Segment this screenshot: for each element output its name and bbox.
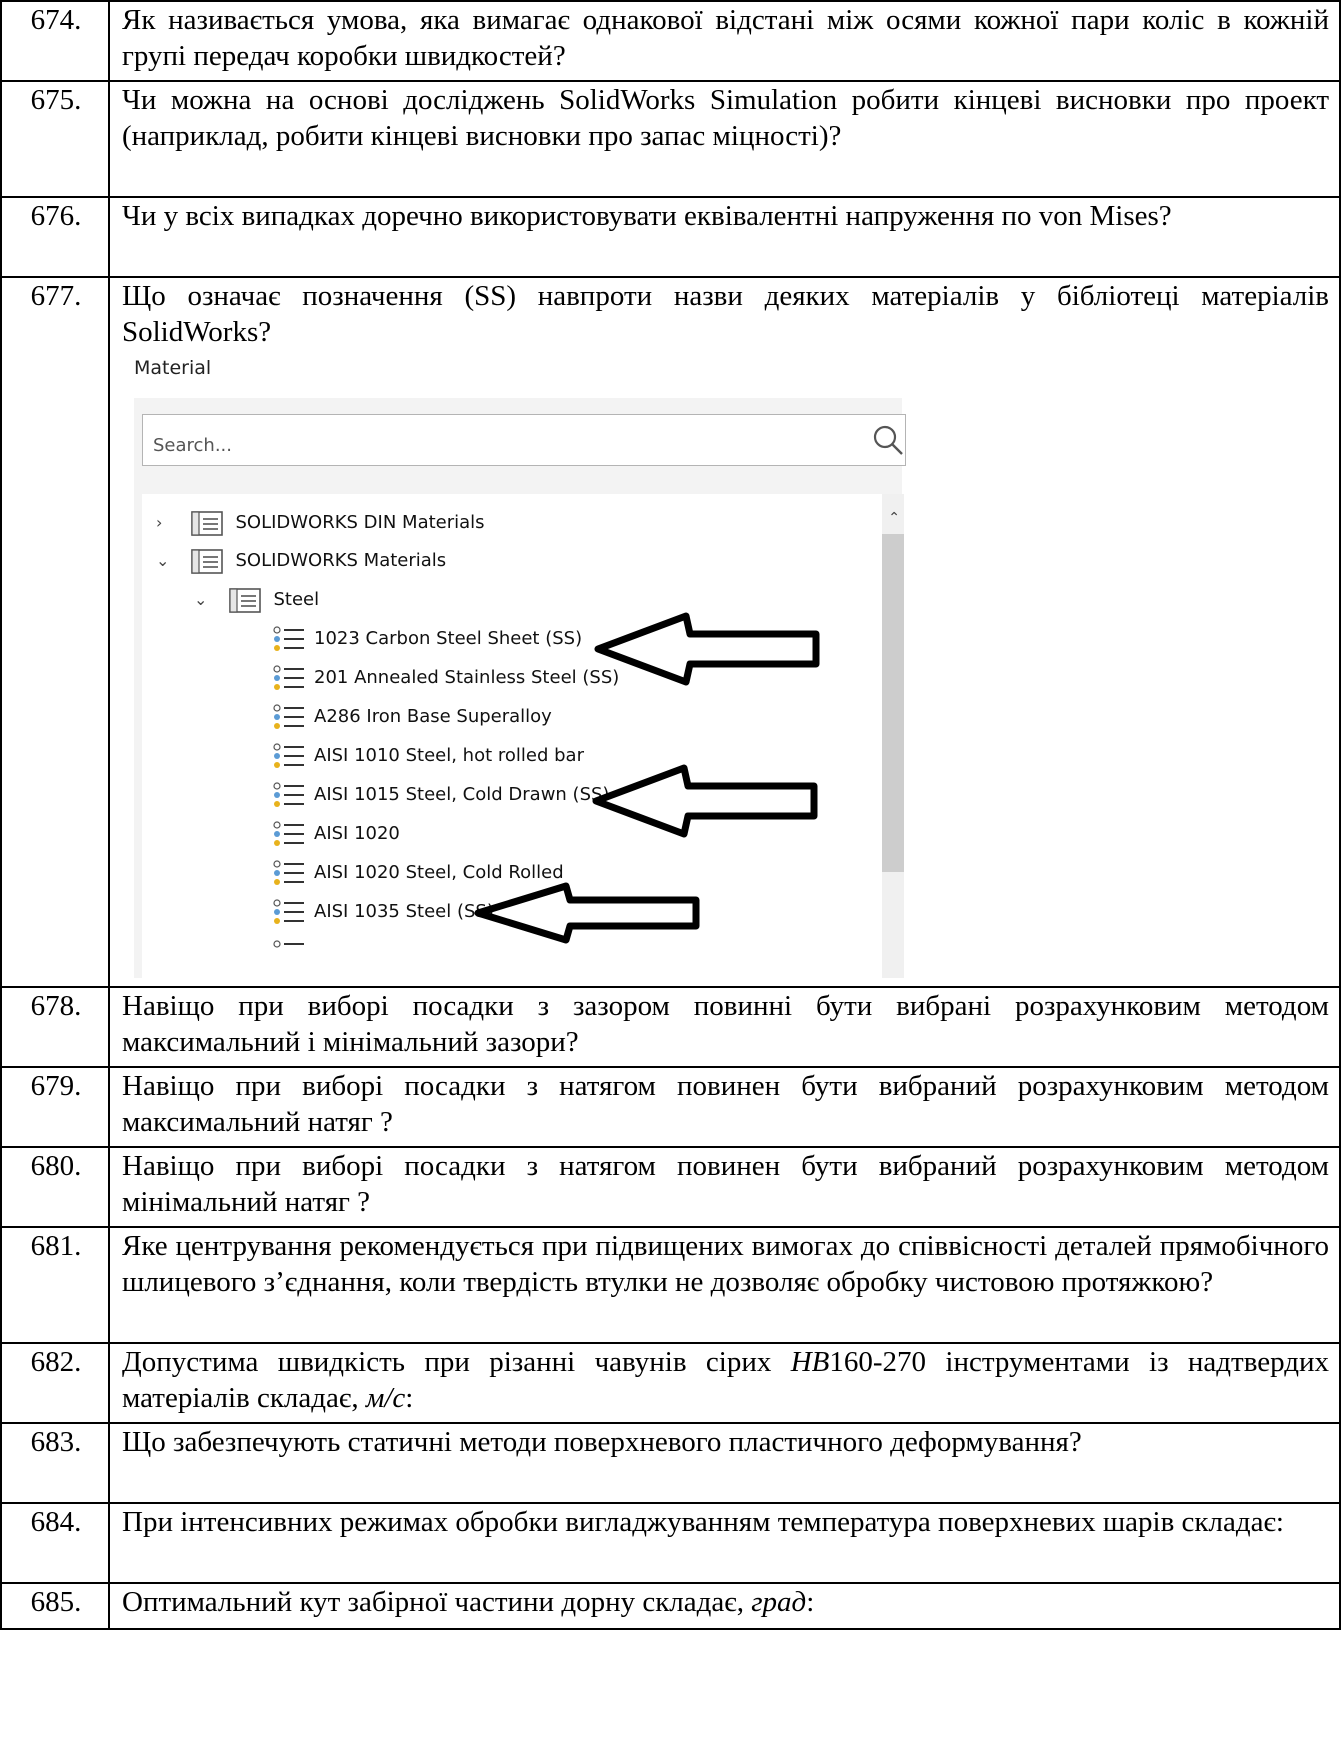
library-icon [228,588,261,613]
tree-item-material[interactable]: AISI 1020 [272,815,400,853]
material-list-icon [273,704,304,729]
question-number: 676. [0,196,110,278]
document-page: 674. Як називається умова, яка вимагає о… [0,0,1341,1760]
tree-item-cut-off [272,934,314,972]
question-text: Чи можна на основі досліджень SolidWorks… [108,80,1341,198]
table-row: 676. Чи у всіх випадках доречно використ… [0,196,1341,278]
question-text: Як називається умова, яка вимагає однако… [108,0,1341,82]
library-icon [190,549,223,574]
table-row: 685. Оптимальний кут забірної частини до… [0,1582,1341,1630]
material-list-icon [273,821,304,846]
hardness-symbol: НВ [790,1346,830,1378]
tree-item-label: AISI 1020 [314,823,400,844]
tree-item-din-materials[interactable]: › SOLIDWORKS DIN Materials [156,504,485,542]
search-input[interactable]: Search... [142,414,906,466]
question-text: Що забезпечують статичні методи поверхне… [108,1422,1341,1504]
table-row: 682. Допустима швидкість при різанні чав… [0,1342,1341,1424]
material-label: Material [134,357,212,379]
question-number: 674. [0,0,110,82]
tree-item-material[interactable]: AISI 1035 Steel (SS) [272,893,494,931]
question-text: Допустима швидкість при різанні чавунів … [108,1342,1341,1424]
table-row: 678. Навіщо при виборі посадки з зазором… [0,986,1341,1068]
table-row: 679. Навіщо при виборі посадки з натягом… [0,1066,1341,1148]
table-row: 684. При інтенсивних режимах обробки виг… [0,1502,1341,1584]
scroll-up-icon[interactable]: ⌃ [888,500,900,536]
scrollbar-thumb[interactable] [882,534,904,872]
question-number: 679. [0,1066,110,1148]
question-text: Навіщо при виборі посадки з натягом пови… [108,1146,1341,1228]
tree-item-label: AISI 1010 Steel, hot rolled bar [314,745,584,766]
question-text: При інтенсивних режимах обробки вигладжу… [108,1502,1341,1584]
table-row: 674. Як називається умова, яка вимагає о… [0,0,1341,82]
question-number: 684. [0,1502,110,1584]
material-list-icon [273,899,304,924]
tree-item-label: 1023 Carbon Steel Sheet (SS) [314,628,583,649]
question-text: Чи у всіх випадках доречно використовува… [108,196,1341,278]
question-cell: Що означає позначення (SS) навпроти назв… [108,276,1341,988]
tree-item-label: Steel [273,589,320,610]
arrow-left-icon [594,612,820,686]
question-number: 683. [0,1422,110,1504]
material-list-icon [273,940,304,948]
tree-item-label: A286 Iron Base Superalloy [314,706,552,727]
question-number: 678. [0,986,110,1068]
question-number: 685. [0,1582,110,1630]
question-text: Навіщо при виборі посадки з зазором пови… [108,986,1341,1068]
material-list-icon [273,743,304,768]
tree-item-label: AISI 1015 Steel, Cold Drawn (SS) [314,784,610,805]
library-icon [190,511,223,536]
chevron-down-icon[interactable]: ⌄ [194,581,212,619]
table-row: 683. Що забезпечують статичні методи пов… [0,1422,1341,1504]
tree-item-material[interactable]: 201 Annealed Stainless Steel (SS) [272,659,619,697]
text-part: Оптимальний кут забірної частини дорну с… [122,1586,752,1618]
search-icon[interactable] [871,423,905,457]
text-part: : [806,1586,815,1618]
material-list-icon [273,626,304,651]
tree-item-label: SOLIDWORKS Materials [235,550,447,571]
questions-table: 674. Як називається умова, яка вимагає о… [0,0,1341,1630]
tree-item-material[interactable]: 1023 Carbon Steel Sheet (SS) [272,620,582,658]
question-number: 677. [0,276,110,988]
arrow-left-icon [592,764,818,838]
text-part: : [405,1382,414,1414]
table-row: 681. Яке центрування рекомендується при … [0,1226,1341,1344]
question-number: 675. [0,80,110,198]
question-text: Оптимальний кут забірної частини дорну с… [108,1582,1341,1630]
tree-item-material[interactable]: A286 Iron Base Superalloy [272,698,552,736]
question-number: 680. [0,1146,110,1228]
text-part: Допустима швидкість при різанні чавунів … [122,1346,791,1378]
question-text: Що означає позначення (SS) навпроти назв… [122,280,1329,348]
unit: м/с [365,1382,406,1414]
question-text: Яке центрування рекомендується при підви… [108,1226,1341,1344]
material-list-icon [273,665,304,690]
question-number: 681. [0,1226,110,1344]
tree-item-label: AISI 1020 Steel, Cold Rolled [314,862,564,883]
question-text: Навіщо при виборі посадки з натягом пови… [108,1066,1341,1148]
materials-screenshot: Material Search... ⌃ › SOLIDWORKS DIN Ma… [122,350,906,978]
material-list-icon [273,860,304,885]
tree-item-steel[interactable]: ⌄ Steel [194,581,319,619]
search-placeholder: Search... [153,435,233,456]
tree-item-solidworks-materials[interactable]: ⌄ SOLIDWORKS Materials [156,542,446,580]
arrow-left-icon [474,882,700,944]
question-number: 682. [0,1342,110,1424]
chevron-down-icon[interactable]: ⌄ [156,542,174,580]
materials-tree: ⌃ › SOLIDWORKS DIN Materials ⌄ SOLIDWORK… [142,494,904,978]
material-panel: Search... ⌃ › SOLIDWORKS DIN Materials ⌄… [134,398,906,978]
table-row: 675. Чи можна на основі досліджень Solid… [0,80,1341,198]
unit: град [751,1586,807,1618]
material-list-icon [273,782,304,807]
tree-item-label: 201 Annealed Stainless Steel (SS) [314,667,620,688]
scrollbar-track[interactable]: ⌃ [882,494,904,978]
table-row: 680. Навіщо при виборі посадки з натягом… [0,1146,1341,1228]
tree-item-material[interactable]: AISI 1010 Steel, hot rolled bar [272,737,584,775]
table-row: 677. Що означає позначення (SS) навпроти… [0,276,1341,988]
chevron-right-icon[interactable]: › [156,504,174,542]
tree-item-label: SOLIDWORKS DIN Materials [235,512,485,533]
tree-item-material[interactable]: AISI 1015 Steel, Cold Drawn (SS) [272,776,609,814]
tree-item-label: AISI 1035 Steel (SS) [314,901,494,922]
